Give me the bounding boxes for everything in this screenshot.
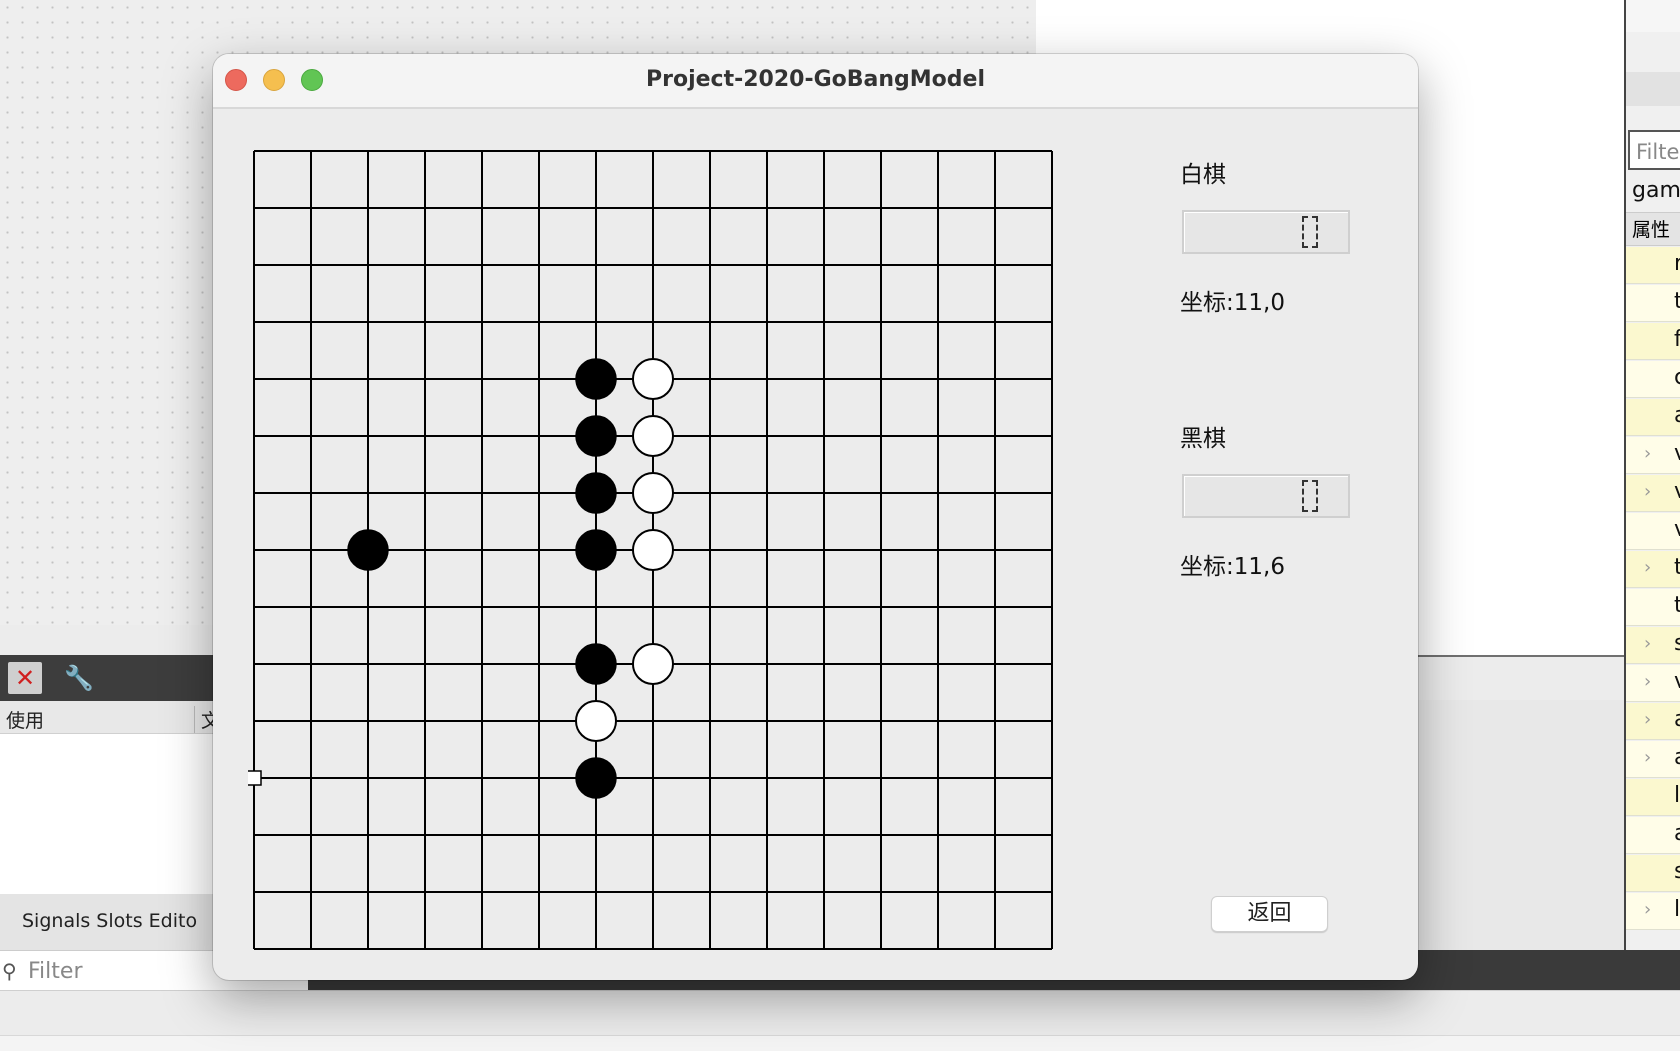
property-row[interactable]: v [1626, 513, 1680, 550]
property-row[interactable]: f [1626, 323, 1680, 360]
panel-divider [1400, 655, 1624, 657]
expand-chevron-icon[interactable]: › [1644, 481, 1651, 502]
property-row[interactable]: ›v [1626, 665, 1680, 702]
gobang-window: Project-2020-GoBangModel 白棋 0 坐标:11,0 黑棋… [213, 54, 1418, 980]
property-editor-panel: Filte gam 属性 rtfca›v›vv›tt›s›v›a›alas›l [1624, 0, 1680, 950]
black-stone [575, 757, 617, 799]
action-list [0, 734, 240, 894]
white-stone [632, 415, 674, 457]
white-coordinate: 坐标:11,0 [1180, 290, 1285, 316]
property-row[interactable]: ›a [1626, 703, 1680, 740]
white-stone-label: 白棋 [1180, 162, 1226, 188]
editor-tabs: Signals Slots Edito [0, 894, 240, 950]
property-name: l [1674, 897, 1680, 922]
property-name: a [1674, 707, 1680, 732]
filter-input[interactable]: Filter [28, 959, 82, 984]
title-bar[interactable]: Project-2020-GoBangModel [213, 54, 1418, 109]
action-list-header: 使用 文 [0, 701, 240, 734]
property-row[interactable]: t [1626, 285, 1680, 322]
property-name: t [1674, 555, 1680, 580]
expand-chevron-icon[interactable]: › [1644, 557, 1651, 578]
property-name: t [1674, 289, 1680, 314]
property-name: a [1674, 403, 1680, 428]
expand-chevron-icon[interactable]: › [1644, 709, 1651, 730]
black-stone [575, 358, 617, 400]
property-row[interactable]: ›v [1626, 475, 1680, 512]
property-name: l [1674, 783, 1680, 808]
delete-action-icon[interactable]: ✕ [8, 662, 42, 694]
black-stone [575, 643, 617, 685]
property-name: c [1674, 365, 1680, 390]
white-stone [632, 529, 674, 571]
property-name: v [1674, 517, 1680, 542]
white-stone [632, 358, 674, 400]
object-inspector-row [1626, 0, 1680, 32]
window-title: Project-2020-GoBangModel [645, 67, 985, 92]
property-row[interactable]: a [1626, 817, 1680, 854]
bottom-bar [0, 990, 1680, 1036]
property-row[interactable]: ›t [1626, 551, 1680, 588]
bottom-bar-lower [0, 1035, 1680, 1051]
white-stone [575, 700, 617, 742]
search-icon: ⚲ [2, 959, 17, 983]
gobang-board[interactable] [248, 145, 1060, 957]
expand-chevron-icon[interactable]: › [1644, 671, 1651, 692]
property-name: s [1674, 859, 1680, 884]
wrench-icon[interactable]: 🔧 [62, 662, 96, 694]
property-name: a [1674, 821, 1680, 846]
property-row[interactable]: ›a [1626, 741, 1680, 778]
property-name: f [1674, 327, 1680, 352]
property-column-header[interactable]: 属性 [1626, 212, 1680, 246]
property-row[interactable]: s [1626, 855, 1680, 892]
property-row[interactable]: ›s [1626, 627, 1680, 664]
black-stone [575, 529, 617, 571]
white-count-digit: 0 [1302, 216, 1318, 248]
black-coordinate: 坐标:11,6 [1180, 554, 1285, 580]
column-header-use[interactable]: 使用 [6, 706, 44, 733]
property-name: r [1674, 251, 1680, 276]
property-row[interactable]: r [1626, 247, 1680, 284]
property-row[interactable]: a [1626, 399, 1680, 436]
expand-chevron-icon[interactable]: › [1644, 747, 1651, 768]
property-name: a [1674, 745, 1680, 770]
black-stone-label: 黑棋 [1180, 426, 1226, 452]
property-name: v [1674, 669, 1680, 694]
expand-chevron-icon[interactable]: › [1644, 443, 1651, 464]
action-editor-toolbar: ✕ 🔧 [0, 655, 240, 701]
property-object-name: gam [1632, 178, 1680, 203]
tab-signals-slots-editor[interactable]: Signals Slots Edito [22, 910, 197, 932]
property-row[interactable]: l [1626, 779, 1680, 816]
object-inspector-row [1626, 72, 1680, 106]
black-stone [575, 472, 617, 514]
white-stone [632, 643, 674, 685]
background-panel-mid [1400, 700, 1624, 950]
property-row[interactable]: ›v [1626, 437, 1680, 474]
selection-handle [248, 770, 262, 786]
property-row[interactable]: t [1626, 589, 1680, 626]
property-name: t [1674, 593, 1680, 618]
black-stone [347, 529, 389, 571]
property-filter-input[interactable]: Filte [1628, 130, 1680, 170]
property-name: v [1674, 441, 1680, 466]
back-button[interactable]: 返回 [1211, 896, 1328, 932]
black-stone [575, 415, 617, 457]
black-count-digit: 0 [1302, 480, 1318, 512]
property-name: v [1674, 479, 1680, 504]
expand-chevron-icon[interactable]: › [1644, 633, 1651, 654]
property-name: s [1674, 631, 1680, 656]
white-stone [632, 472, 674, 514]
white-count-lcd: 0 [1182, 210, 1350, 254]
property-row[interactable]: › l [1626, 893, 1680, 930]
expand-chevron-icon[interactable]: › [1644, 899, 1651, 920]
black-count-lcd: 0 [1182, 474, 1350, 518]
property-row[interactable]: c [1626, 361, 1680, 398]
